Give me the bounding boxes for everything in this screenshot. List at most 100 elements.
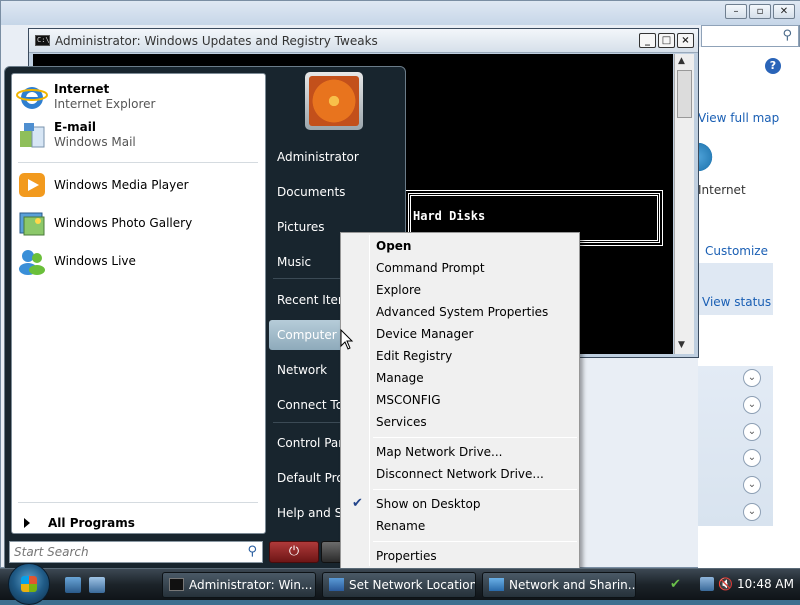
menu-item-services[interactable]: Services	[343, 411, 577, 433]
console-box-text: Hard Disks	[413, 209, 486, 223]
menu-item-command-prompt[interactable]: Command Prompt	[343, 257, 577, 279]
menu-separator	[373, 437, 577, 438]
internet-globe-icon	[698, 137, 714, 177]
menu-item-label: Show on Desktop	[376, 497, 481, 511]
console-title: Administrator: Windows Updates and Regis…	[55, 34, 378, 48]
pinned-title: E-mail	[54, 120, 97, 134]
media-player-icon	[19, 173, 45, 197]
search-icon: ⚲	[782, 28, 792, 43]
recent-program-label: Windows Photo Gallery	[54, 215, 193, 230]
start-search-input[interactable]	[10, 542, 230, 562]
computer-context-menu: Open Command Prompt Explore Advanced Sys…	[340, 232, 580, 569]
network-window-titlebar[interactable]: – ▫ ✕	[1, 1, 800, 25]
recent-program-label: Windows Live	[54, 253, 136, 268]
taskbar-button-label: Set Network Location	[349, 578, 476, 592]
menu-item-edit-registry[interactable]: Edit Registry	[343, 345, 577, 367]
chevron-down-icon[interactable]: ⌄	[743, 449, 761, 467]
pinned-internet[interactable]: Internet Internet Explorer	[16, 78, 261, 116]
pinned-title: Internet	[54, 82, 110, 96]
chevron-down-icon[interactable]: ⌄	[743, 476, 761, 494]
show-desktop-icon[interactable]	[65, 577, 81, 593]
windows-logo-icon	[21, 576, 37, 592]
chevron-right-icon	[24, 518, 30, 528]
close-button[interactable]: ✕	[773, 4, 795, 19]
all-programs-button[interactable]: All Programs	[24, 516, 135, 530]
pinned-subtitle: Windows Mail	[54, 135, 136, 149]
volume-muted-icon[interactable]: 🔇	[718, 577, 733, 591]
network-tray-icon[interactable]	[700, 577, 714, 591]
right-item-administrator[interactable]: Administrator	[269, 142, 401, 172]
internet-explorer-icon	[16, 87, 48, 109]
pinned-subtitle: Internet Explorer	[54, 97, 156, 111]
menu-item-device-manager[interactable]: Device Manager	[343, 323, 577, 345]
photo-gallery-icon	[19, 212, 45, 236]
menu-item-rename[interactable]: Rename	[343, 515, 577, 537]
console-titlebar[interactable]: C:\ Administrator: Windows Updates and R…	[29, 29, 698, 53]
network-sharing-icon	[489, 578, 504, 591]
menu-item-disconnect-network-drive[interactable]: Disconnect Network Drive...	[343, 463, 577, 485]
flower-avatar-icon	[309, 76, 359, 126]
all-programs-label: All Programs	[48, 516, 135, 530]
maximize-button[interactable]: ▫	[749, 4, 771, 19]
right-item-documents[interactable]: Documents	[269, 177, 401, 207]
menu-item-msconfig[interactable]: MSCONFIG	[343, 389, 577, 411]
network-icon	[329, 578, 344, 591]
all-programs-separator	[18, 502, 258, 503]
network-search-input[interactable]: ⚲	[701, 25, 799, 47]
system-tray: ✔ 🔇 10:48 AM	[664, 569, 800, 601]
menu-item-advanced-system-properties[interactable]: Advanced System Properties	[343, 301, 577, 323]
console-minimize-button[interactable]: _	[639, 33, 656, 48]
start-button[interactable]	[8, 563, 50, 605]
customize-link[interactable]: Customize	[705, 244, 768, 258]
scroll-down-icon[interactable]: ▼	[678, 340, 685, 350]
menu-item-manage[interactable]: Manage	[343, 367, 577, 389]
windows-mail-icon	[20, 123, 45, 148]
console-maximize-button[interactable]: □	[658, 33, 675, 48]
view-full-map-link[interactable]: View full map	[698, 111, 779, 125]
chevron-down-icon[interactable]: ⌄	[743, 423, 761, 441]
scroll-thumb[interactable]	[677, 70, 692, 118]
sharing-settings-list	[698, 366, 773, 526]
power-button[interactable]: ⏻	[269, 541, 319, 563]
internet-label: Internet	[698, 183, 746, 197]
taskbar-button-label: Network and Sharin...	[509, 578, 636, 592]
console-icon	[169, 578, 184, 591]
checkmark-icon: ✔	[352, 496, 363, 511]
chevron-down-icon[interactable]: ⌄	[743, 369, 761, 387]
chevron-down-icon[interactable]: ⌄	[743, 503, 761, 521]
switch-windows-icon[interactable]	[89, 577, 105, 593]
taskbar-button-network-location[interactable]: Set Network Location	[322, 572, 476, 598]
menu-separator	[373, 489, 577, 490]
clock[interactable]: 10:48 AM	[737, 577, 794, 591]
recent-program[interactable]: Windows Photo Gallery	[16, 204, 261, 242]
console-scrollbar[interactable]: ▲ ▼	[674, 54, 694, 354]
search-icon[interactable]: ⚲	[247, 544, 257, 559]
pinned-email[interactable]: E-mail Windows Mail	[16, 116, 261, 154]
menu-item-map-network-drive[interactable]: Map Network Drive...	[343, 441, 577, 463]
scroll-up-icon[interactable]: ▲	[678, 56, 685, 66]
recent-program[interactable]: Windows Live	[16, 242, 261, 280]
security-check-icon[interactable]: ✔	[670, 577, 684, 592]
recent-program-label: Windows Media Player	[54, 177, 189, 192]
user-picture[interactable]	[305, 72, 363, 130]
menu-separator	[373, 541, 577, 542]
mouse-cursor-icon	[340, 329, 354, 350]
taskbar: Administrator: Win... Set Network Locati…	[0, 563, 800, 605]
taskbar-button-console[interactable]: Administrator: Win...	[162, 572, 316, 598]
console-close-button[interactable]: ×	[677, 33, 694, 48]
pinned-separator	[18, 162, 258, 163]
menu-item-properties[interactable]: Properties	[343, 545, 577, 567]
minimize-button[interactable]: –	[725, 4, 747, 19]
view-status-link[interactable]: View status	[702, 295, 771, 309]
taskbar-button-network-sharing[interactable]: Network and Sharin...	[482, 572, 636, 598]
menu-item-open[interactable]: Open	[343, 235, 577, 257]
menu-item-explore[interactable]: Explore	[343, 279, 577, 301]
programs-pane: Internet Internet Explorer E-mail Window…	[11, 73, 266, 534]
windows-live-icon	[19, 250, 45, 275]
help-icon[interactable]: ?	[765, 58, 781, 74]
start-search-box[interactable]: ⚲	[9, 541, 263, 563]
menu-item-show-on-desktop[interactable]: ✔ Show on Desktop	[343, 493, 577, 515]
console-icon: C:\	[35, 35, 50, 46]
recent-program[interactable]: Windows Media Player	[16, 166, 261, 204]
chevron-down-icon[interactable]: ⌄	[743, 396, 761, 414]
